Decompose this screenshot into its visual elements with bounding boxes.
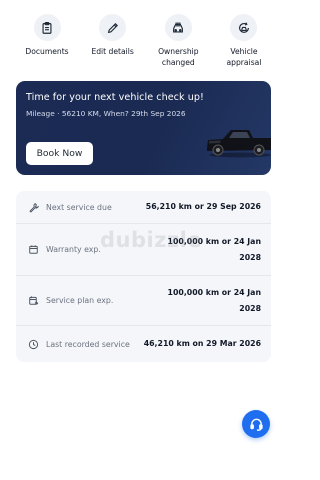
dubizzle-watermark: dubizzle [100,228,203,252]
ownership-changed-action[interactable]: Ownership changed [147,14,209,68]
ownership-changed-label: Ownership changed [158,47,199,67]
clock-icon [28,339,39,349]
book-now-button[interactable]: Book Now [26,142,93,165]
pencil-icon [99,14,127,41]
pickup-truck-image [207,130,271,158]
service-reminder-banner: Time for your next vehicle check up! Mil… [16,81,271,175]
calendar-icon [29,245,38,254]
banner-title: Time for your next vehicle check up! [26,92,204,103]
documents-action[interactable]: Documents [16,14,78,68]
headset-icon [249,418,263,431]
last-service-label: Last recorded service [46,339,130,349]
banner-subtitle: Mileage · 56210 KM, When? 29th Sep 2026 [26,109,186,118]
next-service-value: 56,210 km or 29 Sep 2026 [145,202,261,211]
edit-details-action[interactable]: Edit details [82,14,144,68]
service-plan-value: 100,000 km or 24 Jan 2028 [167,287,261,313]
car-owner-icon [164,14,192,41]
next-service-label: Next service due [46,202,112,212]
service-plan-label: Service plan exp. [46,296,114,305]
appraisal-icon [230,14,258,41]
last-service-row[interactable]: Last recorded service 46,210 km on 29 Ma… [16,326,271,362]
service-plan-icon [29,296,39,305]
documents-label: Documents [25,47,69,56]
service-plan-row[interactable]: Service plan exp. 100,000 km or 24 Jan 2… [16,276,271,326]
edit-details-label: Edit details [91,47,134,56]
service-info-list: Next service due 56,210 km or 29 Sep 202… [16,191,271,362]
next-service-row[interactable]: Next service due 56,210 km or 29 Sep 202… [16,191,271,224]
clipboard-icon [33,14,61,41]
vehicle-appraisal-label: Vehicle appraisal [226,47,262,67]
vehicle-appraisal-action[interactable]: Vehicle appraisal [213,14,275,68]
last-service-value: 46,210 km on 29 Mar 2026 [143,339,261,348]
wrench-icon [29,202,39,213]
quick-actions: Documents Edit details Ownership changed… [0,0,287,68]
support-chat-button[interactable] [242,410,270,438]
